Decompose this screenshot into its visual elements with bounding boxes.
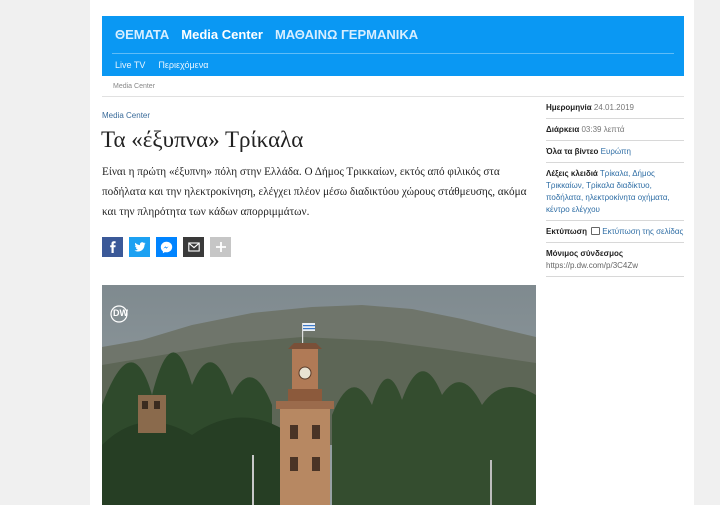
plus-icon (215, 242, 226, 252)
article-lead: Είναι η πρώτη «έξυπνη» πόλη στην Ελλάδα.… (102, 166, 527, 218)
keyword-link[interactable]: ποδήλατα (546, 193, 581, 202)
dw-logo: DW (110, 305, 136, 323)
video-thumbnail (102, 285, 536, 505)
keywords-label: Λέξεις κλειδιά (546, 169, 598, 178)
breadcrumb[interactable]: Media Center (113, 83, 155, 90)
date-row: Ημερομηνία 24.01.2019 (546, 97, 684, 119)
sub-nav: Live TV Περιεχόμενα (115, 60, 208, 70)
print-icon (591, 227, 601, 235)
share-messenger-button[interactable] (156, 237, 177, 257)
duration-value: 03:39 λεπτά (581, 125, 625, 134)
share-more-button[interactable] (210, 237, 231, 257)
nav-item-learn-german[interactable]: ΜΑΘΑΙΝΩ ΓΕΡΜΑΝΙΚΑ (275, 27, 418, 42)
share-twitter-button[interactable] (129, 237, 150, 257)
share-bar (102, 237, 231, 257)
duration-label: Διάρκεια (546, 125, 580, 134)
keyword-link[interactable]: κέντρο ελέγχου (546, 205, 600, 214)
main-nav: ΘΕΜΑΤΑ Media Center ΜΑΘΑΙΝΩ ΓΕΡΜΑΝΙΚΑ (115, 27, 418, 42)
twitter-icon (134, 242, 145, 252)
permalink-label: Μόνιμος σύνδεσμος (546, 249, 624, 258)
subnav-item-contents[interactable]: Περιεχόμενα (158, 60, 208, 70)
all-videos-row: Όλα τα βίντεο Ευρώπη (546, 141, 684, 163)
share-email-button[interactable] (183, 237, 204, 257)
keyword-link[interactable]: Τρίκαλα (600, 169, 628, 178)
page: ΘΕΜΑΤΑ Media Center ΜΑΘΑΙΝΩ ΓΕΡΜΑΝΙΚΑ Li… (90, 0, 694, 505)
facebook-icon (109, 241, 116, 253)
messenger-icon (160, 241, 173, 253)
print-label: Εκτύπωση (546, 227, 588, 236)
keyword-link[interactable]: ηλεκτροκίνητα οχήματα (585, 193, 667, 202)
print-link[interactable]: Εκτύπωση της σελίδας (602, 227, 683, 236)
metadata-sidebar: Ημερομηνία 24.01.2019 Διάρκεια 03:39 λεπ… (546, 97, 684, 277)
nav-item-themes[interactable]: ΘΕΜΑΤΑ (115, 27, 169, 42)
dw-logo-text: DW (113, 308, 128, 318)
print-row: Εκτύπωση Εκτύπωση της σελίδας (546, 221, 684, 243)
article-kicker[interactable]: Media Center (102, 111, 150, 120)
nav-divider (112, 53, 674, 54)
permalink-url[interactable]: https://p.dw.com/p/3C4Zw (546, 261, 638, 270)
email-icon (187, 242, 200, 252)
date-label: Ημερομηνία (546, 103, 592, 112)
share-facebook-button[interactable] (102, 237, 123, 257)
keyword-link[interactable]: Τρίκαλα διαδίκτυο (586, 181, 650, 190)
all-videos-label: Όλα τα βίντεο (546, 147, 599, 156)
top-navigation: ΘΕΜΑΤΑ Media Center ΜΑΘΑΙΝΩ ΓΕΡΜΑΝΙΚΑ Li… (102, 16, 684, 76)
duration-row: Διάρκεια 03:39 λεπτά (546, 119, 684, 141)
nav-item-media-center[interactable]: Media Center (181, 27, 263, 42)
date-value: 24.01.2019 (593, 103, 634, 112)
all-videos-link[interactable]: Ευρώπη (601, 147, 631, 156)
video-player[interactable]: DW (102, 285, 536, 505)
keywords-row: Λέξεις κλειδιά Τρίκαλα, Δήμος Τρικκαίων,… (546, 163, 684, 221)
subnav-item-live-tv[interactable]: Live TV (115, 60, 145, 70)
page-title: Τα «έξυπνα» Τρίκαλα (101, 127, 304, 152)
permalink-row: Μόνιμος σύνδεσμος https://p.dw.com/p/3C4… (546, 243, 684, 277)
